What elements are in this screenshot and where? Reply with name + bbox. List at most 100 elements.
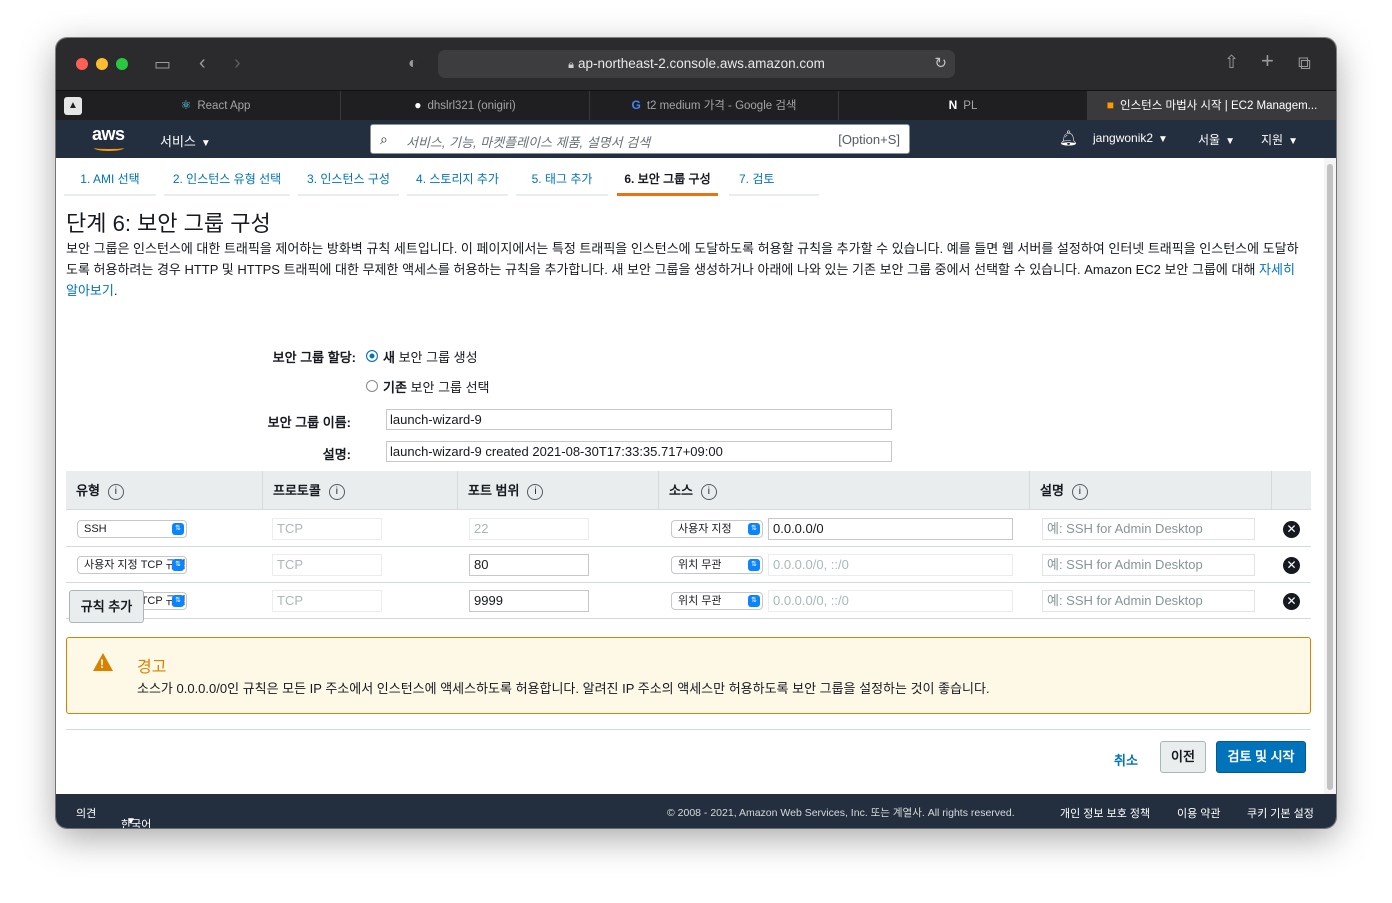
scrollbar-thumb[interactable] bbox=[1327, 164, 1333, 790]
source-cidr-input[interactable]: 0.0.0.0/0 bbox=[768, 518, 1013, 540]
pinned-tab-icon[interactable]: ▲ bbox=[64, 97, 82, 115]
forward-icon[interactable]: › bbox=[234, 53, 241, 73]
privacy-shield-icon[interactable]: ◐ bbox=[408, 55, 418, 73]
source-type-select[interactable]: 위치 무관 ⇅ bbox=[671, 592, 763, 610]
table-row: 사용자 지정 TCP 규칙⇅ TCP 9999 위치 무관⇅ 0.0.0.0/0… bbox=[66, 583, 1311, 619]
type-select[interactable]: SSH ⇅ bbox=[77, 520, 187, 538]
step-instance-type[interactable]: 2. 인스턴스 유형 선택 bbox=[164, 166, 290, 196]
info-icon[interactable]: i bbox=[527, 483, 544, 500]
type-select[interactable]: 사용자 지정 TCP 규칙⇅ bbox=[77, 556, 187, 574]
step-instance-config[interactable]: 3. 인스턴스 구성 bbox=[298, 166, 399, 196]
url-text: ap-northeast-2.console.aws.amazon.com bbox=[577, 56, 825, 71]
close-window-button[interactable] bbox=[76, 58, 88, 70]
remove-rule-icon[interactable]: ✕ bbox=[1283, 557, 1300, 574]
info-icon[interactable]: i bbox=[328, 483, 345, 500]
info-icon[interactable]: i bbox=[700, 483, 717, 500]
step-security-group[interactable]: 6. 보안 그룹 구성 bbox=[617, 166, 718, 196]
warning-icon: ! bbox=[93, 653, 113, 671]
remove-rule-icon[interactable]: ✕ bbox=[1283, 593, 1300, 610]
type-value: 사용자 지정 TCP 규칙 bbox=[84, 559, 186, 571]
info-icon[interactable]: i bbox=[1071, 483, 1088, 500]
step-review[interactable]: 7. 검토 bbox=[729, 166, 819, 196]
warning-title: 경고 bbox=[137, 659, 167, 676]
description-input[interactable]: 예: SSH for Admin Desktop bbox=[1042, 518, 1255, 540]
share-icon[interactable]: ⇧ bbox=[1224, 53, 1239, 71]
tab-google-search[interactable]: Gt2 medium 가격 - Google 검색 bbox=[590, 91, 839, 120]
radio-existing-security-group[interactable] bbox=[366, 380, 378, 392]
select-arrows-icon: ⇅ bbox=[748, 559, 760, 571]
description-input[interactable]: 예: SSH for Admin Desktop bbox=[1042, 590, 1255, 612]
google-icon: G bbox=[631, 98, 641, 112]
security-group-description-label: 설명: bbox=[322, 447, 351, 462]
account-menu[interactable]: jangwonik2 ▼ bbox=[1093, 131, 1168, 145]
port-range-input[interactable]: 9999 bbox=[469, 590, 589, 612]
cancel-button[interactable]: 취소 bbox=[1114, 746, 1138, 776]
aws-search-input[interactable]: ⌕ 서비스, 기능, 마켓플레이스 제품, 설명서 검색 [Option+S] bbox=[370, 124, 910, 154]
review-and-launch-button[interactable]: 검토 및 시작 bbox=[1216, 741, 1306, 773]
services-label: 서비스 bbox=[160, 134, 196, 149]
inbound-rules-table: 유형 i 프로토콜 i 포트 범위 i 소스 i 설명 i SSH ⇅ TCP 22 사용자… bbox=[66, 471, 1311, 619]
region-menu[interactable]: 서울 ▼ bbox=[1198, 131, 1235, 148]
existing-security-group-label[interactable]: 기존 보안 그룹 선택 bbox=[383, 377, 490, 396]
aws-top-nav: aws 서비스 ▼ ⌕ 서비스, 기능, 마켓플레이스 제품, 설명서 검색 [O… bbox=[56, 120, 1336, 158]
tab-bar: ▲ ⚛ React App ● dhslrl321 (onigiri) Gt2 me… bbox=[56, 90, 1336, 120]
tab-notion[interactable]: N PL bbox=[839, 91, 1088, 120]
remove-rule-icon[interactable]: ✕ bbox=[1283, 521, 1300, 538]
tab-overview-icon[interactable]: ⧉ bbox=[1298, 54, 1311, 72]
search-icon: ⌕ bbox=[380, 131, 388, 147]
zoom-window-button[interactable] bbox=[116, 58, 128, 70]
header-port-range: 포트 범위 i bbox=[458, 471, 659, 510]
security-group-name-input[interactable]: launch-wizard-9 bbox=[386, 409, 892, 430]
previous-button[interactable]: 이전 bbox=[1160, 741, 1206, 773]
header-label: 포트 범위 bbox=[468, 483, 520, 498]
header-label: 설명 bbox=[1040, 483, 1064, 498]
step-ami[interactable]: 1. AMI 선택 bbox=[64, 166, 156, 196]
assign-security-group-label: 보안 그룹 할당: bbox=[272, 350, 356, 365]
step-tags[interactable]: 5. 태그 추가 bbox=[516, 166, 608, 196]
feedback-link[interactable]: 의견 bbox=[76, 805, 96, 821]
copyright-text: © 2008 - 2021, Amazon Web Services, Inc.… bbox=[667, 807, 1015, 819]
tab-ec2-launch-wizard[interactable]: ■ 인스턴스 마법사 시작 | EC2 Managem... bbox=[1088, 91, 1336, 120]
source-type-select[interactable]: 위치 무관 ⇅ bbox=[671, 556, 763, 574]
protocol-field: TCP bbox=[272, 590, 382, 612]
region-name: 서울 bbox=[1198, 133, 1221, 147]
port-range-input[interactable]: 80 bbox=[469, 554, 589, 576]
tab-react-app[interactable]: ⚛ React App bbox=[91, 91, 341, 120]
caret-down-icon: ▼ bbox=[200, 138, 211, 149]
notifications-bell-icon[interactable]: 🔔︎ bbox=[1059, 129, 1078, 147]
react-icon: ⚛ bbox=[180, 98, 192, 112]
description-input[interactable]: 예: SSH for Admin Desktop bbox=[1042, 554, 1255, 576]
page-description: 보안 그룹은 인스턴스에 대한 트래픽을 제어하는 방화벽 규칙 세트입니다. … bbox=[66, 238, 1306, 301]
header-label: 유형 bbox=[76, 483, 100, 498]
minimize-window-button[interactable] bbox=[96, 58, 108, 70]
support-menu[interactable]: 지원 ▼ bbox=[1261, 131, 1298, 148]
services-menu[interactable]: 서비스 ▼ bbox=[160, 131, 211, 150]
select-arrows-icon: ⇅ bbox=[172, 559, 184, 571]
step-storage[interactable]: 4. 스토리지 추가 bbox=[407, 166, 508, 196]
browser-toolbar: ▭ ‹ › ◐ 🔒︎ ap-northeast-2.console.aws.ama… bbox=[56, 38, 1336, 90]
info-icon[interactable]: i bbox=[107, 483, 124, 500]
aws-box-icon: ■ bbox=[1106, 98, 1114, 112]
cookie-preferences-link[interactable]: 쿠키 기본 설정 bbox=[1247, 805, 1314, 821]
tab-label: PL bbox=[963, 100, 978, 112]
sidebar-toggle-icon[interactable]: ▭ bbox=[154, 55, 171, 73]
privacy-policy-link[interactable]: 개인 정보 보호 정책 bbox=[1060, 805, 1150, 821]
tab-github[interactable]: ● dhslrl321 (onigiri) bbox=[341, 91, 590, 120]
address-bar[interactable]: 🔒︎ ap-northeast-2.console.aws.amazon.com … bbox=[438, 50, 955, 78]
add-rule-button[interactable]: 규칙 추가 bbox=[69, 590, 144, 623]
new-security-group-label[interactable]: 새 보안 그룹 생성 bbox=[383, 347, 478, 366]
vertical-scrollbar[interactable] bbox=[1324, 158, 1336, 794]
back-icon[interactable]: ‹ bbox=[199, 53, 206, 73]
aws-logo[interactable]: aws bbox=[92, 124, 125, 145]
tab-label: 인스턴스 마법사 시작 | EC2 Managem... bbox=[1119, 100, 1318, 112]
source-type-select[interactable]: 사용자 지정 ⇅ bbox=[671, 520, 763, 538]
new-tab-icon[interactable]: + bbox=[1261, 50, 1274, 72]
terms-link[interactable]: 이용 약관 bbox=[1177, 805, 1221, 821]
radio-new-security-group[interactable] bbox=[366, 350, 378, 362]
search-placeholder: 서비스, 기능, 마켓플레이스 제품, 설명서 검색 bbox=[406, 135, 651, 150]
option-new-text: 보안 그룹 생성 bbox=[394, 350, 478, 365]
page-title: 단계 6: 보안 그룹 구성 bbox=[66, 211, 271, 236]
security-group-description-input[interactable]: launch-wizard-9 created 2021-08-30T17:33… bbox=[386, 441, 892, 462]
reload-icon[interactable]: ↻ bbox=[934, 50, 947, 78]
search-shortcut: [Option+S] bbox=[838, 132, 900, 147]
